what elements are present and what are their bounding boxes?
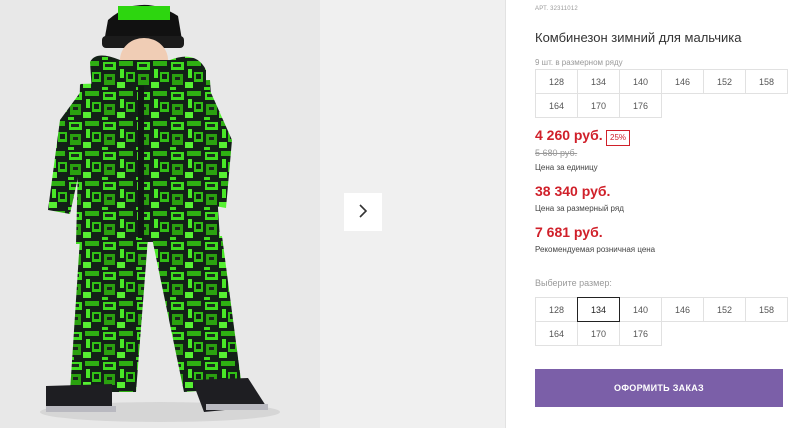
- size-option[interactable]: 140: [619, 297, 662, 322]
- size-option[interactable]: 128: [535, 297, 578, 322]
- size-option[interactable]: 170: [577, 321, 620, 346]
- pack-size-grid: 128 134 140 146 152 158 164 170 176: [535, 69, 788, 118]
- pack-size-label: 9 шт. в размерном ряду: [535, 58, 623, 67]
- size-option[interactable]: 152: [703, 297, 746, 322]
- pack-size-cell: 176: [619, 93, 662, 118]
- pack-size-cell: 140: [619, 69, 662, 94]
- size-option[interactable]: 146: [661, 297, 704, 322]
- pack-size-cell: 158: [745, 69, 788, 94]
- size-option[interactable]: 176: [619, 321, 662, 346]
- retail-price-note: Рекомендуемая розничная цена: [535, 245, 656, 254]
- size-selector: 128 134 140 146 152 158 164 170 176: [535, 297, 788, 346]
- article-number: АРТ. 32311012: [535, 6, 578, 12]
- chevron-right-icon: [357, 203, 369, 222]
- choose-size-label: Выберите размер:: [535, 278, 612, 288]
- product-title: Комбинезон зимний для мальчика: [535, 30, 742, 45]
- vertical-divider: [505, 0, 506, 428]
- product-photo[interactable]: [0, 0, 320, 428]
- retail-price: 7 681 руб.: [535, 224, 603, 240]
- gallery-next-button[interactable]: [344, 193, 382, 231]
- pack-size-cell: 170: [577, 93, 620, 118]
- size-option-selected[interactable]: 134: [577, 297, 620, 322]
- pack-size-cell: 146: [661, 69, 704, 94]
- unit-price: 4 260 руб.: [535, 127, 603, 143]
- old-price: 5 680 руб.: [535, 148, 578, 158]
- size-option[interactable]: 158: [745, 297, 788, 322]
- product-photo-illustration: [0, 0, 320, 428]
- size-option[interactable]: 164: [535, 321, 578, 346]
- pack-price-note: Цена за размерный ряд: [535, 204, 624, 213]
- order-button[interactable]: ОФОРМИТЬ ЗАКАЗ: [535, 369, 783, 407]
- pack-size-cell: 152: [703, 69, 746, 94]
- pack-size-cell: 164: [535, 93, 578, 118]
- unit-price-note: Цена за единицу: [535, 163, 598, 172]
- pack-price: 38 340 руб.: [535, 183, 611, 199]
- discount-badge: 25%: [606, 130, 631, 146]
- pack-size-cell: 134: [577, 69, 620, 94]
- pack-size-cell: 128: [535, 69, 578, 94]
